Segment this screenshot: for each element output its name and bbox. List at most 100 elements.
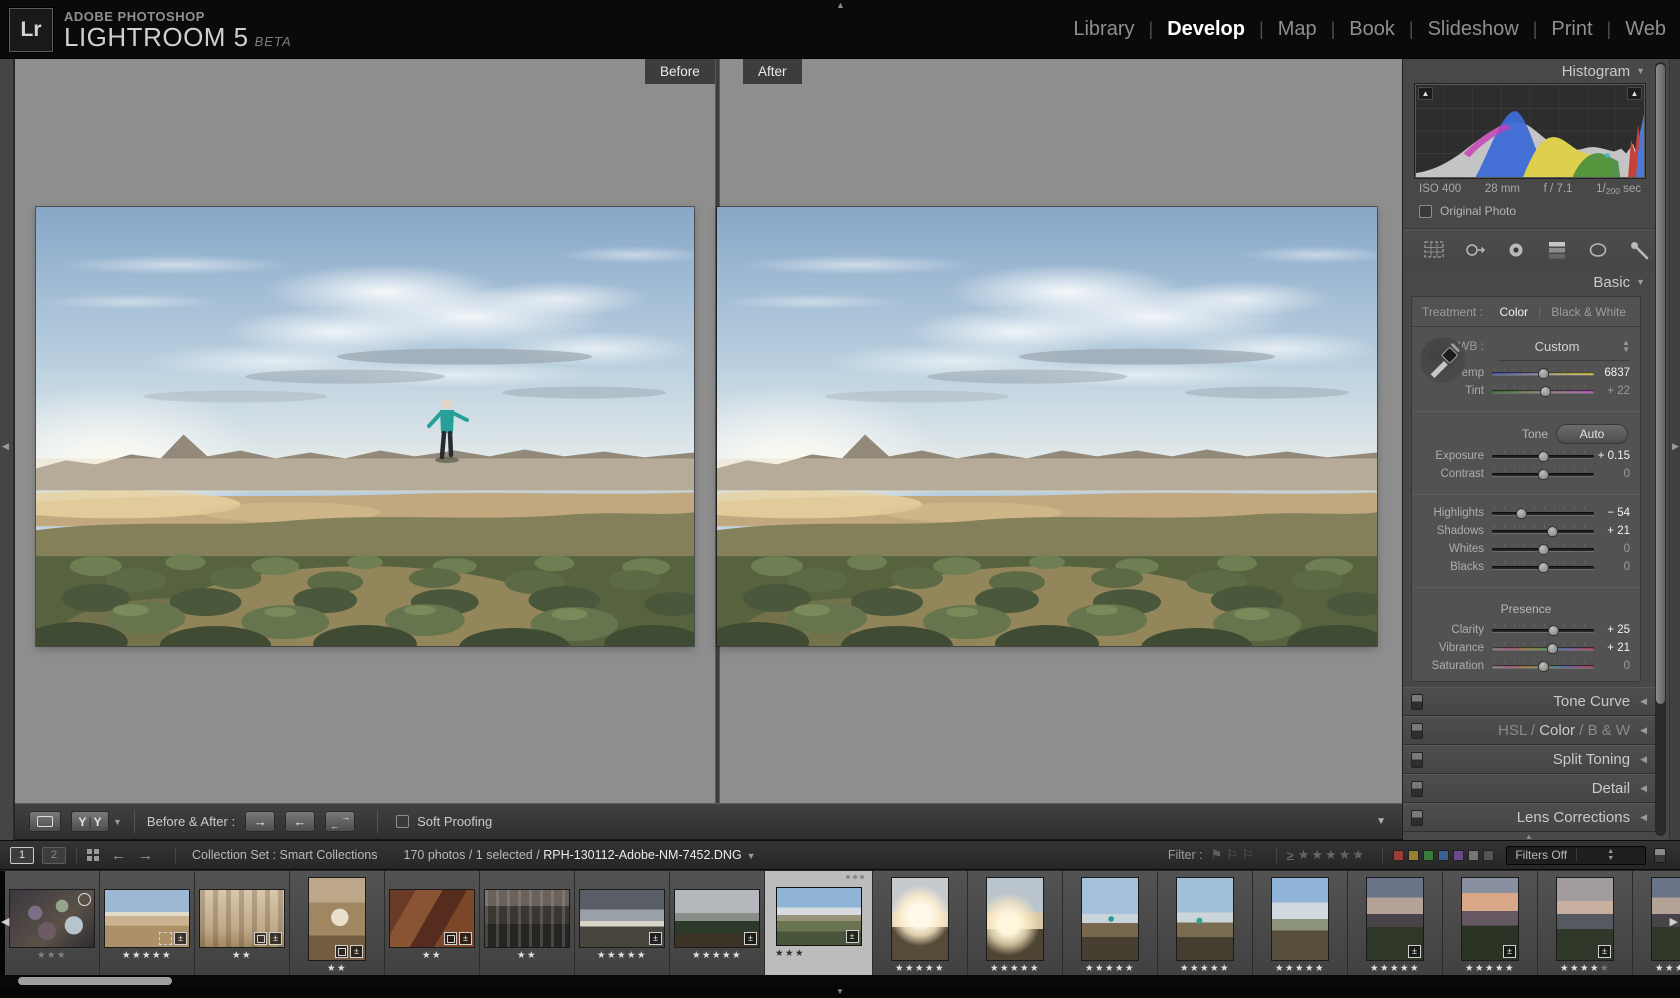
panel-header-hsl-color-bw[interactable]: HSL / Color / B & W ◀ (1403, 716, 1655, 745)
thumbnail-photo[interactable]: ± (580, 890, 664, 947)
radial-filter-tool[interactable] (1585, 237, 1611, 263)
histogram-collapse-caret-icon[interactable]: ▼ (1636, 66, 1645, 76)
highlight-clipping-indicator-icon[interactable]: ▲ (1627, 87, 1642, 100)
thumbnail-workshop[interactable]: ± ★★ (290, 871, 385, 975)
thumbnail-star-rating[interactable]: ★★★★★ (1560, 963, 1610, 974)
swap-before-after-button[interactable]: → ← (325, 811, 356, 832)
thumbnail-treeline[interactable]: ± ★★★★★ (670, 871, 765, 975)
lens-corrections-expand-icon[interactable]: ◀ (1640, 812, 1647, 823)
thumbnail-photo[interactable]: ± (675, 890, 759, 947)
develop-badge-icon[interactable]: ± (1503, 945, 1516, 958)
temp-slider-thumb[interactable] (1538, 368, 1549, 379)
unflagged-filter-icon[interactable]: ⚐ (1226, 847, 1242, 862)
filter-preset-dropdown[interactable]: Filters Off ▲ ▼ (1506, 845, 1646, 865)
thumbnail-sunrise[interactable]: ★★★★★ (873, 871, 968, 975)
thumbnail-star-rating[interactable]: ★★★★★ (692, 950, 742, 961)
contrast-value[interactable]: 0 (1594, 468, 1630, 480)
filmstrip-scrollbar[interactable] (0, 975, 1680, 987)
develop-badge-icon[interactable]: ± (269, 932, 282, 945)
vibrance-slider-thumb[interactable] (1547, 643, 1559, 654)
thumbnail-photo[interactable]: ± (200, 890, 284, 947)
right-panel-scrollbar[interactable] (1655, 62, 1666, 836)
filter-star-icon[interactable]: ★ (1352, 847, 1366, 862)
color-label-swatch-6[interactable] (1483, 849, 1494, 861)
right-panel-edge[interactable]: ▶ (1669, 59, 1680, 840)
color-label-swatch-3[interactable] (1438, 849, 1449, 861)
filter-star-icon[interactable]: ★ (1298, 847, 1312, 862)
detail-expand-icon[interactable]: ◀ (1640, 783, 1647, 794)
filter-star-icon[interactable]: ★ (1339, 847, 1353, 862)
filter-star-icon[interactable]: ★ (1325, 847, 1339, 862)
thumbnail-photo[interactable]: ± (390, 890, 474, 947)
blacks-slider-thumb[interactable] (1538, 562, 1549, 573)
thumbnail-star-rating[interactable]: ★★ (232, 950, 252, 961)
thumbnail-valley-sky[interactable]: ★★★★★ (1253, 871, 1348, 975)
histogram-graph[interactable]: ▲ ▲ (1414, 83, 1646, 179)
thumbnail-photo[interactable] (485, 890, 569, 947)
before-after-view-button[interactable]: Y | Y (71, 811, 109, 832)
after-photo[interactable] (717, 207, 1377, 646)
spot-removal-tool[interactable] (1462, 237, 1488, 263)
thumbnail-photo[interactable] (10, 890, 94, 947)
right-panel-scrollbar-thumb[interactable] (1656, 64, 1665, 704)
thumbnail-photo[interactable] (987, 878, 1043, 960)
develop-badge-icon[interactable]: ± (649, 932, 662, 945)
thumbnail-star-rating[interactable]: ★★★★★ (1370, 963, 1420, 974)
develop-badge-icon[interactable]: ± (350, 945, 363, 958)
develop-badge-icon[interactable]: ± (744, 932, 757, 945)
filter-star-icon[interactable]: ★ (1311, 847, 1325, 862)
highlights-value[interactable]: − 54 (1594, 507, 1630, 519)
white-balance-eyedropper[interactable] (1420, 337, 1466, 383)
copy-badge-icon[interactable] (444, 932, 457, 945)
thumbnail-photo[interactable] (892, 878, 948, 960)
develop-badge-icon[interactable]: ± (1598, 945, 1611, 958)
basic-header[interactable]: Basic ▼ (1403, 270, 1655, 294)
soft-proofing-checkbox[interactable] (396, 815, 410, 828)
treatment-color-option[interactable]: Color (1499, 305, 1528, 319)
thumbnail-star-rating[interactable]: ★★★★★ (1275, 963, 1325, 974)
whites-slider[interactable] (1492, 542, 1594, 556)
thumbnail-star-rating[interactable]: ★★★★★ (1085, 963, 1135, 974)
histogram-header[interactable]: Histogram ▼ (1403, 59, 1655, 83)
go-forward-arrow-icon[interactable]: → (138, 847, 153, 864)
temp-slider[interactable] (1492, 366, 1594, 380)
copy-before-to-after-button[interactable]: → (245, 811, 276, 832)
temp-value[interactable]: 6837 (1594, 367, 1630, 379)
second-window-button[interactable]: 2 (42, 846, 66, 864)
copy-after-to-before-button[interactable]: ← (285, 811, 316, 832)
quick-collection-circle-icon[interactable] (78, 893, 91, 906)
collapse-right-panel-arrow-icon[interactable]: ▶ (1672, 441, 1679, 452)
color-label-swatch-1[interactable] (1408, 849, 1419, 861)
thumbnail-photo[interactable]: ± (1462, 878, 1518, 960)
loupe-view-button[interactable] (29, 811, 61, 832)
contrast-slider-thumb[interactable] (1538, 469, 1549, 480)
clarity-slider[interactable] (1492, 623, 1594, 637)
thumbnail-star-rating[interactable]: ★★★★★ (895, 963, 945, 974)
rejected-filter-icon[interactable]: ⚐ (1242, 847, 1258, 862)
develop-badge-icon[interactable]: ± (1408, 945, 1421, 958)
filmstrip-scroll-left-icon[interactable]: ◀ (1, 915, 9, 928)
thumbnail-sunset-peaks[interactable]: ± ★★★★★ (1443, 871, 1538, 975)
thumbnail-options-dots-icon[interactable] (846, 875, 864, 879)
thumbnail-photo[interactable] (1272, 878, 1328, 960)
thumbnail-star-rating[interactable]: ★★★★★ (1180, 963, 1230, 974)
clarity-slider-thumb[interactable] (1548, 625, 1560, 636)
original-photo-checkbox[interactable] (1419, 204, 1432, 218)
adjustment-brush-tool[interactable] (1626, 237, 1652, 263)
module-tab-develop[interactable]: Develop (1167, 18, 1245, 41)
expand-left-panel-arrow-icon[interactable]: ◀ (2, 441, 9, 452)
panel-header-detail[interactable]: Detail ◀ (1403, 774, 1655, 803)
thumbnail-star-rating[interactable]: ★★★★★ (122, 950, 172, 961)
tone-curve-enable-toggle[interactable] (1411, 693, 1423, 710)
tint-slider-thumb[interactable] (1540, 386, 1552, 397)
thumbnail-star-rating[interactable]: ★★★ (775, 948, 805, 959)
hsl-color-bw-enable-toggle[interactable] (1411, 722, 1423, 739)
breadcrumb[interactable]: Collection Set : Smart Collections (192, 848, 378, 862)
thumbnail-sunrise-hill[interactable]: ★★★★★ (968, 871, 1063, 975)
thumbnail-star-rating[interactable]: ★★★★★ (990, 963, 1040, 974)
thumbnail-photo[interactable]: ± (776, 888, 861, 945)
thumbnail-hiker-green[interactable]: ★★★★★ (1158, 871, 1253, 975)
lens-corrections-enable-toggle[interactable] (1411, 809, 1423, 826)
copy-badge-icon[interactable] (254, 932, 267, 945)
shadow-clipping-indicator-icon[interactable]: ▲ (1418, 87, 1433, 100)
